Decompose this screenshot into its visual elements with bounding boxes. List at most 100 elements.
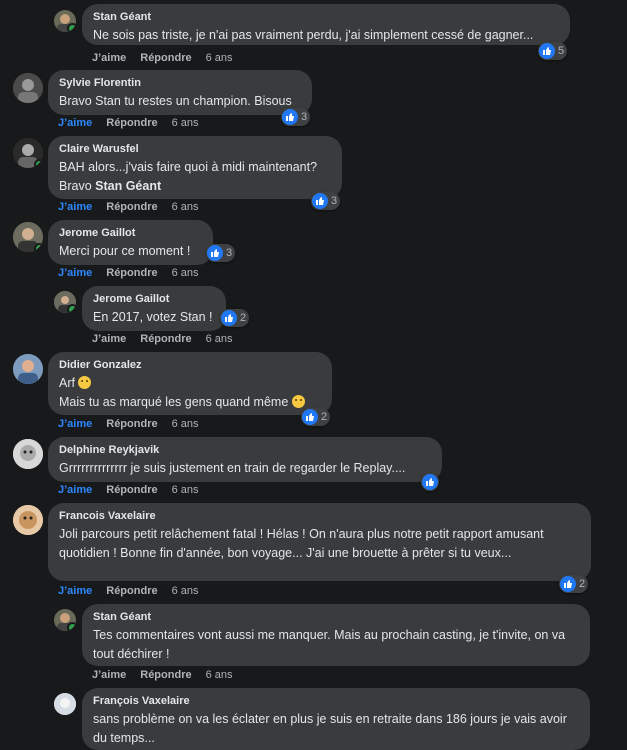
online-indicator — [67, 622, 76, 631]
timestamp[interactable]: 6 ans — [172, 267, 199, 279]
timestamp[interactable]: 6 ans — [172, 418, 199, 430]
smile-emoji-icon — [291, 395, 305, 408]
avatar-image — [13, 439, 43, 469]
avatar[interactable] — [54, 693, 76, 715]
like-button[interactable]: J’aime — [58, 267, 92, 279]
like-button[interactable]: J’aime — [92, 333, 126, 345]
reply-button[interactable]: Répondre — [106, 585, 157, 597]
comment-actions: J’aime Répondre 6 ans — [92, 669, 247, 681]
comment-bubble: Didier Gonzalez Arf Mais tu as marqué le… — [48, 352, 332, 415]
reply-button[interactable]: Répondre — [106, 117, 157, 129]
like-button[interactable]: J’aime — [92, 669, 126, 681]
reply-button[interactable]: Répondre — [140, 333, 191, 345]
like-button[interactable]: J’aime — [58, 585, 92, 597]
like-icon — [282, 109, 298, 125]
like-icon — [207, 245, 223, 261]
like-button[interactable]: J’aime — [92, 52, 126, 64]
avatar[interactable] — [54, 10, 76, 32]
timestamp[interactable]: 6 ans — [172, 585, 199, 597]
mention-link[interactable]: Stan Géant — [95, 179, 161, 193]
comment-bubble: Francois Vaxelaire Joli parcours petit r… — [48, 503, 591, 581]
like-icon — [560, 576, 576, 592]
avatar-image — [13, 354, 43, 384]
reply-button[interactable]: Répondre — [140, 52, 191, 64]
like-icon — [221, 310, 237, 326]
like-icon — [422, 474, 438, 490]
comment-actions: J’aime Répondre 6 ans — [58, 117, 213, 129]
comment-author[interactable]: Stan Géant — [93, 11, 559, 23]
reaction-count[interactable]: 2 — [220, 309, 250, 327]
avatar[interactable] — [13, 505, 43, 535]
timestamp[interactable]: 6 ans — [206, 52, 233, 64]
avatar[interactable] — [13, 222, 43, 252]
avatar[interactable] — [54, 291, 76, 313]
online-indicator — [67, 304, 76, 313]
avatar-image — [13, 505, 43, 535]
comment-author[interactable]: Didier Gonzalez — [59, 359, 321, 371]
like-icon — [312, 193, 328, 209]
confused-emoji-icon — [78, 376, 92, 389]
comment-author[interactable]: Jerome Gaillot — [93, 293, 215, 305]
comment-text: Ne sois pas triste, je n'ai pas vraiment… — [93, 28, 534, 42]
comment-actions: J’aime Répondre 6 ans — [92, 52, 247, 64]
reaction-count[interactable] — [421, 473, 439, 491]
reply-button[interactable]: Répondre — [106, 484, 157, 496]
comment-text: En 2017, votez Stan ! — [93, 310, 213, 324]
comment-author[interactable]: Francois Vaxelaire — [59, 510, 580, 522]
comment-author[interactable]: François Vaxelaire — [93, 695, 579, 707]
comment-bubble: François Vaxelaire sans problème on va l… — [82, 688, 590, 750]
comment-text: sans problème on va les éclater en plus … — [93, 712, 567, 745]
comment-author[interactable]: Sylvie Florentin — [59, 77, 301, 89]
like-icon — [302, 409, 318, 425]
avatar[interactable] — [13, 73, 43, 103]
comment-author[interactable]: Stan Géant — [93, 611, 579, 623]
avatar[interactable] — [54, 609, 76, 631]
avatar[interactable] — [13, 138, 43, 168]
comment-bubble: Claire Warusfel BAH alors...j'vais faire… — [48, 136, 342, 199]
comment-author[interactable]: Jerome Gaillot — [59, 227, 202, 239]
like-icon — [539, 43, 555, 59]
like-button[interactable]: J’aime — [58, 117, 92, 129]
like-button[interactable]: J’aime — [58, 201, 92, 213]
avatar-image — [54, 693, 76, 715]
comment-text-prefix: Bravo — [59, 179, 96, 193]
comment-bubble: Sylvie Florentin Bravo Stan tu restes un… — [48, 70, 312, 115]
comment-text: Bravo Stan tu restes un champion. Bisous — [59, 94, 292, 108]
like-button[interactable]: J’aime — [58, 418, 92, 430]
comment-author[interactable]: Claire Warusfel — [59, 143, 331, 155]
timestamp[interactable]: 6 ans — [172, 117, 199, 129]
comment-bubble: Delphine Reykjavik Grrrrrrrrrrrrrr je su… — [48, 437, 442, 482]
online-indicator — [34, 159, 43, 168]
reaction-count[interactable]: 3 — [311, 192, 341, 210]
reaction-count[interactable]: 3 — [206, 244, 236, 262]
comment-actions: J’aime Répondre 6 ans — [58, 585, 213, 597]
comment-actions: J’aime Répondre 6 ans — [58, 267, 213, 279]
timestamp[interactable]: 6 ans — [172, 484, 199, 496]
reply-button[interactable]: Répondre — [140, 669, 191, 681]
comment-text: Mais tu as marqué les gens quand même — [59, 395, 289, 409]
reaction-count[interactable]: 5 — [538, 42, 568, 60]
comment-bubble: Jerome Gaillot En 2017, votez Stan ! — [82, 286, 226, 331]
reaction-count[interactable]: 2 — [301, 408, 331, 426]
comment-text: Grrrrrrrrrrrrrr je suis justement en tra… — [59, 461, 406, 475]
reaction-count[interactable]: 2 — [559, 575, 589, 593]
reply-button[interactable]: Répondre — [106, 267, 157, 279]
comment-bubble: Stan Géant Ne sois pas triste, je n'ai p… — [82, 4, 570, 45]
comment-bubble: Stan Géant Tes commentaires vont aussi m… — [82, 604, 590, 666]
reaction-count[interactable]: 3 — [281, 108, 311, 126]
avatar[interactable] — [13, 439, 43, 469]
like-button[interactable]: J’aime — [58, 484, 92, 496]
avatar[interactable] — [13, 354, 43, 384]
timestamp[interactable]: 6 ans — [206, 333, 233, 345]
online-indicator — [67, 23, 76, 32]
comment-text: BAH alors...j'vais faire quoi à midi mai… — [59, 160, 318, 174]
comment-text: Merci pour ce moment ! — [59, 244, 191, 258]
reply-button[interactable]: Répondre — [106, 418, 157, 430]
reply-button[interactable]: Répondre — [106, 201, 157, 213]
timestamp[interactable]: 6 ans — [206, 669, 233, 681]
timestamp[interactable]: 6 ans — [172, 201, 199, 213]
comment-actions: J’aime Répondre 6 ans — [58, 201, 213, 213]
comment-author[interactable]: Delphine Reykjavik — [59, 444, 431, 456]
comment-text: Tes commentaires vont aussi me manquer. … — [93, 628, 566, 661]
comment-bubble: Jerome Gaillot Merci pour ce moment ! — [48, 220, 213, 265]
